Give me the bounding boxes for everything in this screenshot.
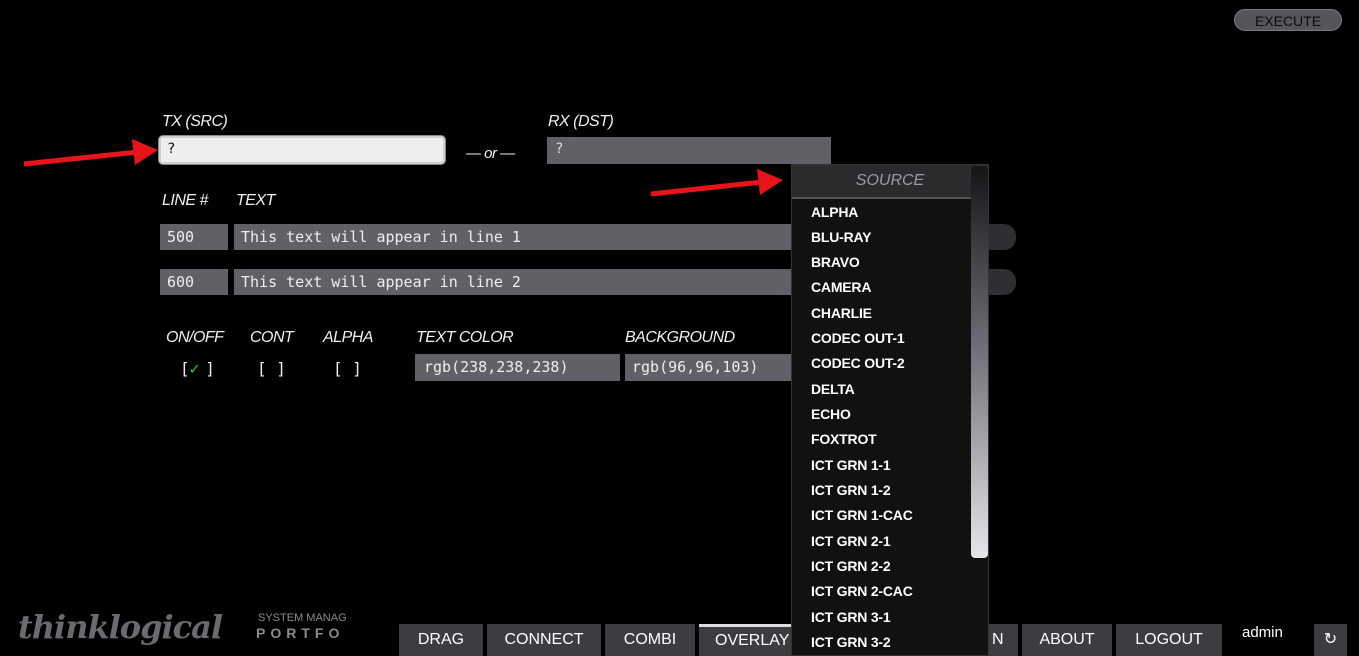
- checkmark-icon: ✓: [189, 359, 200, 378]
- source-option[interactable]: ICT GRN 3-2: [811, 634, 891, 650]
- source-option[interactable]: ICT GRN 2-2: [811, 558, 891, 574]
- rx-label: RX (DST): [548, 113, 614, 130]
- source-dropdown[interactable]: SOURCE ALPHA BLU-RAY BRAVO CAMERA CHARLI…: [791, 164, 989, 656]
- source-option[interactable]: ICT GRN 2-1: [811, 533, 891, 549]
- tab-partial-hidden[interactable]: N: [989, 624, 1018, 656]
- source-option[interactable]: DELTA: [811, 381, 855, 397]
- source-option[interactable]: ICT GRN 3-1: [811, 609, 891, 625]
- onoff-bracket-open: [: [180, 359, 190, 378]
- background-color-input[interactable]: rgb(96,96,103): [625, 354, 792, 381]
- dropdown-header: SOURCE: [792, 165, 988, 199]
- tx-source-input[interactable]: ?: [159, 136, 445, 164]
- dropdown-scrollbar[interactable]: [971, 166, 988, 558]
- onoff-header: ON/OFF: [166, 329, 224, 346]
- source-option[interactable]: CODEC OUT-2: [811, 355, 905, 371]
- annotation-arrow-icon: [650, 169, 783, 197]
- line1-field-end: [989, 224, 1016, 250]
- tab-connect[interactable]: CONNECT: [487, 624, 601, 656]
- alpha-header: ALPHA: [323, 329, 373, 346]
- tab-overlay[interactable]: OVERLAY: [699, 624, 791, 656]
- line1-text-input[interactable]: This text will appear in line 1: [234, 224, 794, 250]
- thinklogical-logo: thinklogical: [18, 608, 223, 646]
- source-option[interactable]: BLU-RAY: [811, 229, 872, 245]
- source-option[interactable]: BRAVO: [811, 254, 860, 270]
- source-option[interactable]: ECHO: [811, 406, 851, 422]
- tx-label: TX (SRC): [162, 113, 228, 130]
- execute-button[interactable]: EXECUTE: [1234, 9, 1342, 31]
- source-option[interactable]: ICT GRN 1-CAC: [811, 507, 913, 523]
- source-option[interactable]: ALPHA: [811, 204, 858, 220]
- text-color-header: TEXT COLOR: [416, 329, 514, 346]
- text-color-input[interactable]: rgb(238,238,238): [415, 354, 620, 381]
- source-option[interactable]: CODEC OUT-1: [811, 330, 905, 346]
- cont-header: CONT: [250, 329, 294, 346]
- source-option[interactable]: ICT GRN 1-2: [811, 482, 891, 498]
- source-option[interactable]: FOXTROT: [811, 431, 877, 447]
- line2-text-input[interactable]: This text will appear in line 2: [234, 269, 794, 295]
- source-option[interactable]: CHARLIE: [811, 305, 872, 321]
- onoff-checkbox[interactable]: [✓]: [180, 359, 215, 378]
- onoff-bracket-close: ]: [205, 359, 215, 378]
- logo-subtitle: SYSTEM MANAG: [258, 612, 347, 624]
- line-number-header: LINE #: [162, 192, 208, 209]
- source-option[interactable]: CAMERA: [811, 279, 871, 295]
- username-label: admin: [1242, 624, 1283, 641]
- alpha-checkbox[interactable]: [ ]: [333, 359, 362, 378]
- logo-product-name: PORTFO: [256, 625, 345, 641]
- line1-number-input[interactable]: 500: [160, 224, 228, 250]
- cont-checkbox[interactable]: [ ]: [257, 359, 286, 378]
- tab-logout[interactable]: LOGOUT: [1116, 624, 1222, 656]
- line2-number-input[interactable]: 600: [160, 269, 228, 295]
- tab-drag[interactable]: DRAG: [399, 624, 483, 656]
- line2-field-end: [989, 269, 1016, 295]
- text-header: TEXT: [236, 192, 275, 209]
- or-separator: — or —: [466, 145, 515, 162]
- background-header: BACKGROUND: [625, 329, 735, 346]
- tab-about[interactable]: ABOUT: [1022, 624, 1112, 656]
- rx-destination-input[interactable]: ?: [547, 137, 831, 164]
- refresh-icon[interactable]: ↻: [1314, 624, 1347, 656]
- source-option[interactable]: ICT GRN 2-CAC: [811, 583, 913, 599]
- source-option[interactable]: ICT GRN 1-1: [811, 457, 891, 473]
- tab-combi[interactable]: COMBI: [605, 624, 695, 656]
